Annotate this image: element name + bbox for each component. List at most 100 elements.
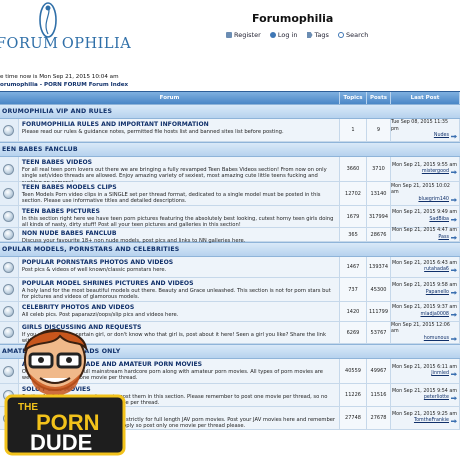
forum-description: Please read our rules & guidance notes, … bbox=[21, 128, 284, 135]
forum-cell: TEEN BABES VIDEOS For all real teen porn … bbox=[0, 157, 340, 186]
go-to-post-icon[interactable] bbox=[451, 290, 457, 295]
forum-status-cell bbox=[0, 119, 19, 141]
forum-text: POPULAR PORNSTARS PHOTOS AND VIDEOS Post … bbox=[19, 257, 339, 277]
forum-cell: POPULAR PORNSTARS PHOTOS AND VIDEOS Post … bbox=[0, 257, 340, 277]
posts-count: 9 bbox=[367, 119, 391, 141]
tags-icon bbox=[306, 32, 313, 38]
porn-dude-mascot-logo[interactable]: THE PORN DUDE bbox=[0, 318, 130, 460]
last-post-author-link[interactable]: Jinmled bbox=[431, 371, 457, 378]
go-to-post-icon[interactable] bbox=[451, 198, 457, 202]
topics-count: 365 bbox=[340, 228, 367, 241]
header-posts: Posts bbox=[367, 92, 391, 104]
last-post: Mon Sep 21, 2015 9:55 am mistergood bbox=[391, 157, 460, 181]
forum-cell: FORUMOPHILIA RULES AND IMPORTANT INFORMA… bbox=[0, 119, 340, 141]
go-to-post-icon[interactable] bbox=[451, 235, 457, 240]
last-post: Mon Sep 21, 2015 4:47 am Pass bbox=[391, 228, 460, 241]
go-to-post-icon[interactable] bbox=[451, 337, 457, 341]
current-time: e time now is Mon Sep 21, 2015 10:04 am bbox=[0, 74, 119, 80]
forum-status-cell bbox=[0, 206, 19, 227]
last-post-author: Papanello bbox=[425, 289, 449, 295]
last-post: Mon Sep 21, 2015 12:06 am homunous bbox=[391, 322, 460, 343]
go-to-post-icon[interactable] bbox=[451, 396, 457, 401]
last-post-author-link[interactable]: mistergood bbox=[422, 169, 457, 176]
forum-title-link[interactable]: POPULAR PORNSTARS PHOTOS AND VIDEOS bbox=[22, 259, 336, 267]
forum-folder-icon bbox=[3, 124, 15, 136]
go-to-post-icon[interactable] bbox=[451, 217, 457, 222]
last-post: Mon Sep 21, 2015 9:37 am mladja0008 bbox=[391, 302, 460, 321]
go-to-post-icon[interactable] bbox=[451, 134, 457, 139]
last-post-author-link[interactable]: Nudes bbox=[434, 133, 457, 140]
category-header[interactable]: EEN BABES FANCLUB bbox=[0, 142, 460, 157]
forum-status-cell bbox=[0, 278, 19, 301]
topics-count: 737 bbox=[340, 278, 367, 301]
forum-folder-icon bbox=[3, 284, 15, 295]
forum-cell: POPULAR MODEL SHRINES PICTURES AND VIDEO… bbox=[0, 278, 340, 301]
forum-folder-icon bbox=[3, 188, 15, 199]
last-post: Mon Sep 21, 2015 9:54 am peterliotte bbox=[391, 384, 460, 406]
posts-count: 27678 bbox=[367, 407, 391, 429]
forum-text: TEEN BABES VIDEOS For all real teen porn … bbox=[19, 157, 339, 186]
last-post-author-link[interactable]: homunous bbox=[424, 336, 457, 343]
forum-cell: TEEN BABES PICTURES In this section right… bbox=[0, 206, 340, 228]
last-post-author-link[interactable]: Papanello bbox=[426, 290, 457, 297]
forum-folder-icon bbox=[3, 229, 15, 240]
forum-folder-icon bbox=[3, 306, 15, 317]
go-to-post-icon[interactable] bbox=[451, 312, 457, 317]
login-link[interactable]: Log in bbox=[269, 31, 297, 39]
forum-title-link[interactable]: CELEBRITY PHOTOS AND VIDEOS bbox=[22, 304, 336, 312]
site-logo[interactable]: FORUM OPHILIA bbox=[0, 0, 150, 70]
forum-text: FORUMOPHILIA RULES AND IMPORTANT INFORMA… bbox=[19, 119, 339, 141]
topics-count: 1420 bbox=[340, 302, 367, 321]
forum-description: Discuss your favourite 18+ non nude mode… bbox=[21, 237, 246, 244]
tags-link[interactable]: Tags bbox=[306, 31, 329, 39]
forum-text: POPULAR MODEL SHRINES PICTURES AND VIDEO… bbox=[19, 278, 339, 301]
search-link[interactable]: Search bbox=[338, 31, 368, 39]
posts-count: 28676 bbox=[367, 228, 391, 241]
forum-row: FORUMOPHILIA RULES AND IMPORTANT INFORMA… bbox=[0, 119, 460, 142]
go-to-post-icon[interactable] bbox=[451, 419, 457, 424]
table-header: Forum Topics Posts Last Post bbox=[0, 91, 460, 104]
forum-title-link[interactable]: POPULAR MODEL SHRINES PICTURES AND VIDEO… bbox=[22, 280, 336, 288]
forum-status-cell bbox=[0, 228, 19, 241]
header-last-post: Last Post bbox=[391, 92, 460, 104]
last-post-author-link[interactable]: rutahada6 bbox=[424, 267, 457, 274]
site-header: FORUM OPHILIA Forumophilia Register Log … bbox=[0, 0, 460, 72]
go-to-post-icon[interactable] bbox=[451, 372, 457, 377]
forum-title-link[interactable]: FORUMOPHILIA RULES AND IMPORTANT INFORMA… bbox=[22, 121, 336, 129]
forum-description: Teen Models Porn video clips in a SINGLE… bbox=[21, 191, 321, 205]
forum-row: POPULAR PORNSTARS PHOTOS AND VIDEOS Post … bbox=[0, 257, 460, 278]
forum-title-link[interactable]: TEEN BABES MODELS CLIPS bbox=[22, 184, 336, 192]
last-post: Mon Sep 21, 2015 10:02 am bluegrim140 bbox=[391, 182, 460, 205]
breadcrumb[interactable]: orumophilia - PORN FORUM Forum Index bbox=[0, 81, 128, 89]
category-header[interactable]: ORUMOPHILIA VIP AND RULES bbox=[0, 104, 460, 119]
topics-count: 1679 bbox=[340, 206, 367, 227]
forum-title-link[interactable]: TEEN BABES VIDEOS bbox=[22, 159, 336, 167]
forum-text: TEEN BABES PICTURES In this section right… bbox=[19, 206, 339, 228]
last-post-author-link[interactable]: TomtheFrankie bbox=[414, 418, 457, 425]
last-post-author-link[interactable]: SadBiba bbox=[429, 217, 457, 224]
forum-title-link[interactable]: TEEN BABES PICTURES bbox=[22, 208, 336, 216]
last-post-author-link[interactable]: mladja0008 bbox=[421, 312, 457, 319]
last-post-author-link[interactable]: peterliotte bbox=[424, 395, 457, 402]
last-post-author-link[interactable]: bluegrim140 bbox=[418, 197, 457, 204]
topics-count: 3660 bbox=[340, 157, 367, 181]
topics-count: 11226 bbox=[340, 384, 367, 406]
register-link[interactable]: Register bbox=[226, 31, 261, 39]
forum-row: NON NUDE BABES FANCLUB Discuss your favou… bbox=[0, 228, 460, 244]
last-post-author-link[interactable]: Pass bbox=[438, 235, 457, 242]
last-post-author: bluegrim140 bbox=[418, 196, 449, 202]
header-topics: Topics bbox=[340, 92, 367, 104]
last-post-author: peterliotte bbox=[423, 395, 449, 400]
forum-status-cell bbox=[0, 182, 19, 205]
logo-text: FORUM OPHILIA bbox=[0, 36, 132, 52]
last-post-author: Nudes bbox=[433, 133, 449, 139]
go-to-post-icon[interactable] bbox=[451, 170, 457, 175]
posts-count: 13140 bbox=[367, 182, 391, 205]
last-post: Mon Sep 21, 2015 9:58 am Papanello bbox=[391, 278, 460, 301]
logo-figure-icon bbox=[39, 2, 57, 38]
forum-text: NON NUDE BABES FANCLUB Discuss your favou… bbox=[19, 228, 339, 244]
forum-title-link[interactable]: NON NUDE BABES FANCLUB bbox=[22, 230, 336, 238]
topics-count: 1 bbox=[340, 119, 367, 141]
go-to-post-icon[interactable] bbox=[451, 268, 457, 273]
category-header[interactable]: OPULAR MODELS, PORNSTARS AND CELEBRITIES bbox=[0, 242, 460, 257]
